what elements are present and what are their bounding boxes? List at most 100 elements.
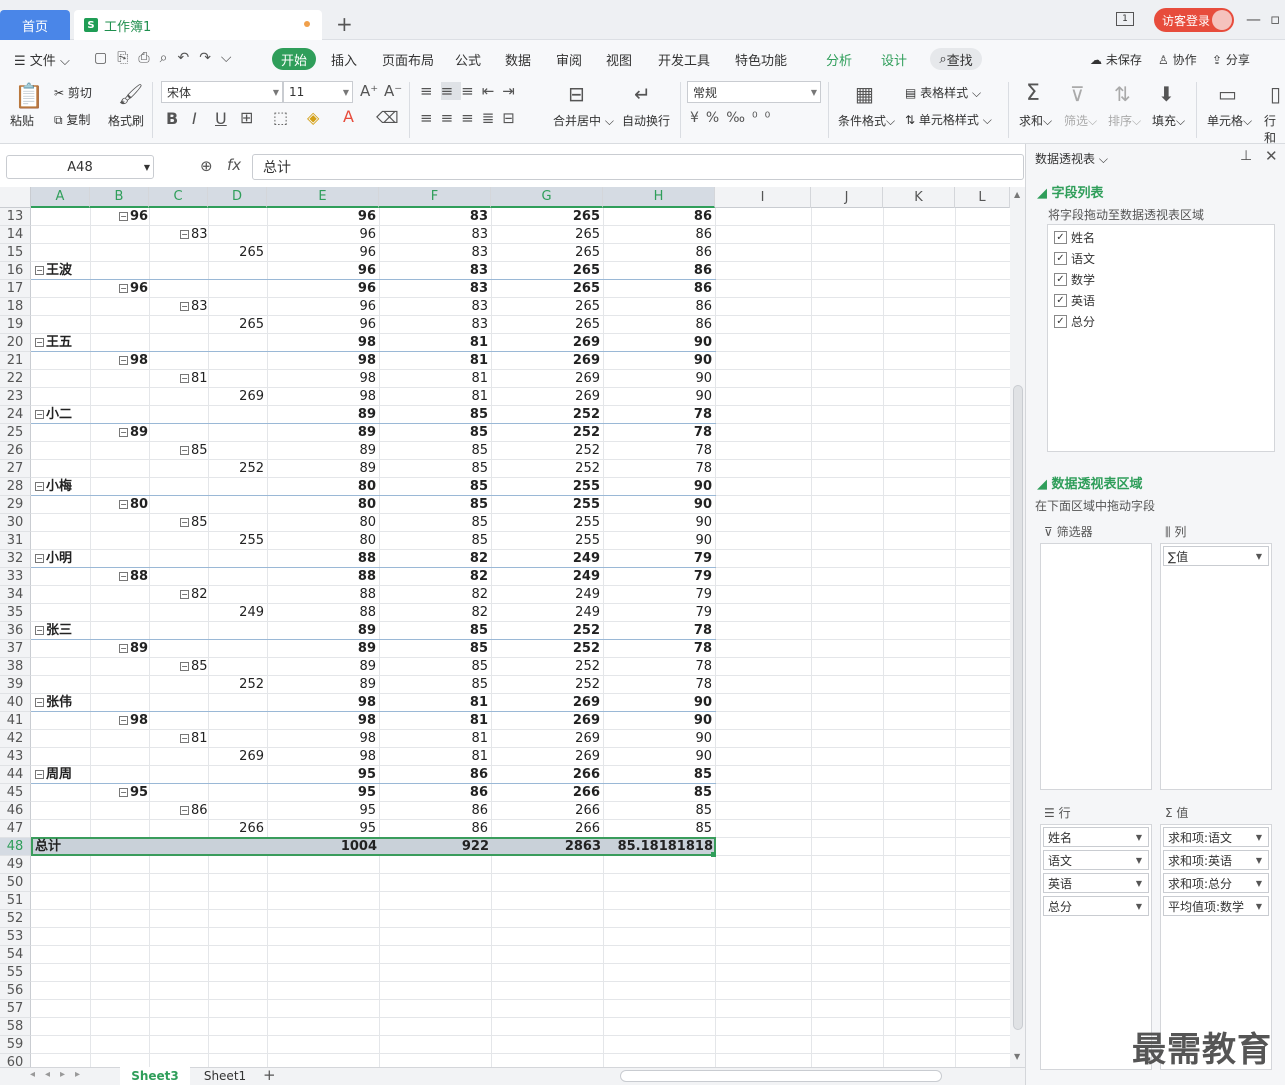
value-cell-g[interactable]: 252 <box>491 640 600 658</box>
value-cell-g[interactable]: 265 <box>491 262 600 280</box>
row-label-yuwen[interactable]: −96 <box>119 280 148 298</box>
quick-access-icons[interactable]: ▢⎘⎙⌕↶↷⌵ <box>94 50 242 66</box>
value-cell-f[interactable]: 85 <box>379 622 488 640</box>
row-header[interactable]: 36 <box>0 622 31 640</box>
column-header-b[interactable]: B <box>90 187 149 208</box>
collapse-icon[interactable]: − <box>35 554 44 563</box>
row-header[interactable]: 26 <box>0 442 31 460</box>
row-label-yingyu[interactable]: −81 <box>180 370 208 388</box>
value-cell-g[interactable]: 269 <box>491 370 600 388</box>
border-icon[interactable]: ⊞ <box>240 108 253 127</box>
collapse-icon[interactable]: − <box>180 446 189 455</box>
value-cell-g[interactable]: 255 <box>491 514 600 532</box>
row-label-yuwen[interactable]: −88 <box>119 568 148 586</box>
tab-workbook[interactable]: S 工作簿1 <box>74 10 322 40</box>
row-label-yingyu[interactable]: −86 <box>180 802 208 820</box>
formula-input[interactable]: 总计 <box>252 154 1024 180</box>
value-cell-e[interactable]: 89 <box>267 460 376 478</box>
tab-home[interactable]: 首页 <box>0 10 70 40</box>
field-checkbox[interactable]: ✓ 数学 <box>1054 271 1095 288</box>
value-cell-h[interactable]: 90 <box>603 388 712 406</box>
value-cell-g[interactable]: 269 <box>491 334 600 352</box>
value-field-chip[interactable]: 平均值项:数学 ▼ <box>1163 896 1269 916</box>
row-label-yingyu[interactable]: −85 <box>180 442 208 460</box>
italic-icon[interactable]: I <box>192 109 197 128</box>
row-header[interactable]: 34 <box>0 586 31 604</box>
value-cell-e[interactable]: 80 <box>267 532 376 550</box>
value-cell-h[interactable]: 79 <box>603 604 712 622</box>
font-name-select[interactable]: 宋体 ▼ <box>161 81 283 103</box>
value-cell-h[interactable]: 78 <box>603 622 712 640</box>
row-header[interactable]: 21 <box>0 352 31 370</box>
collapse-icon[interactable]: − <box>119 500 128 509</box>
sum-button[interactable]: 求和⌵ <box>1019 112 1052 129</box>
unsaved-button[interactable]: ☁ 未保存 <box>1090 51 1142 68</box>
value-cell-f[interactable]: 86 <box>379 820 488 838</box>
value-cell-h[interactable]: 78 <box>603 460 712 478</box>
collapse-icon[interactable]: − <box>119 356 128 365</box>
value-cell-f[interactable]: 85 <box>379 676 488 694</box>
sum-icon[interactable]: Σ <box>1026 81 1040 106</box>
value-cell-f[interactable]: 82 <box>379 604 488 622</box>
sort-icon[interactable]: ⇅ <box>1114 82 1131 106</box>
collapse-icon[interactable]: − <box>35 482 44 491</box>
row-label-zongfen[interactable]: 252 <box>208 460 264 478</box>
row-header[interactable]: 56 <box>0 982 31 1000</box>
value-cell-g[interactable]: 269 <box>491 748 600 766</box>
row-header[interactable]: 47 <box>0 820 31 838</box>
panel-title[interactable]: 数据透视表 ⌵ <box>1035 150 1108 167</box>
row-header[interactable]: 28 <box>0 478 31 496</box>
value-cell-h[interactable]: 86 <box>603 316 712 334</box>
row-header[interactable]: 37 <box>0 640 31 658</box>
zoom-icon[interactable]: ⊕ <box>200 157 213 175</box>
value-cell-e[interactable]: 80 <box>267 496 376 514</box>
value-cell-h[interactable]: 78 <box>603 640 712 658</box>
value-cell-f[interactable]: 81 <box>379 370 488 388</box>
row-label-name[interactable]: − 小二 <box>35 406 72 424</box>
wrap-text-button[interactable]: 自动换行 <box>622 112 670 129</box>
row-label-zongfen[interactable]: 266 <box>208 820 264 838</box>
value-cell-e[interactable]: 89 <box>267 424 376 442</box>
row-header[interactable]: 45 <box>0 784 31 802</box>
value-cell-h[interactable]: 78 <box>603 406 712 424</box>
value-cell-g[interactable]: 266 <box>491 802 600 820</box>
font-grow-icon[interactable]: A⁺ <box>360 82 378 100</box>
total-zongfen[interactable]: 2863 <box>492 838 601 856</box>
row-label-name[interactable]: − 小明 <box>35 550 72 568</box>
value-cell-e[interactable]: 96 <box>267 298 376 316</box>
value-cell-e[interactable]: 88 <box>267 604 376 622</box>
row-header[interactable]: 52 <box>0 910 31 928</box>
row-header[interactable]: 14 <box>0 226 31 244</box>
close-icon[interactable]: ✕ <box>1265 147 1278 165</box>
row-label-name[interactable]: − 周周 <box>35 766 72 784</box>
value-cell-e[interactable]: 96 <box>267 208 376 226</box>
underline-icon[interactable]: U <box>215 109 227 128</box>
row-header[interactable]: 38 <box>0 658 31 676</box>
column-header-k[interactable]: K <box>883 187 955 208</box>
value-cell-g[interactable]: 249 <box>491 568 600 586</box>
vertical-scroll-thumb[interactable] <box>1013 385 1023 1030</box>
value-cell-f[interactable]: 83 <box>379 298 488 316</box>
collapse-icon[interactable]: − <box>35 698 44 707</box>
value-cell-e[interactable]: 98 <box>267 712 376 730</box>
filter-button[interactable]: 筛选⌵ <box>1064 112 1097 129</box>
collapse-icon[interactable]: − <box>119 788 128 797</box>
value-cell-h[interactable]: 78 <box>603 676 712 694</box>
menu-insert[interactable]: 插入 <box>331 50 357 69</box>
value-cell-h[interactable]: 86 <box>603 298 712 316</box>
pin-icon[interactable]: ⊥ <box>1240 148 1252 164</box>
scroll-down-icon[interactable]: ▼ <box>1014 1052 1020 1061</box>
column-header-l[interactable]: L <box>955 187 1010 208</box>
value-cell-g[interactable]: 265 <box>491 208 600 226</box>
font-shrink-icon[interactable]: A⁻ <box>384 82 402 100</box>
value-cell-h[interactable]: 90 <box>603 370 712 388</box>
row-header[interactable]: 24 <box>0 406 31 424</box>
row-header[interactable]: 44 <box>0 766 31 784</box>
collapse-icon[interactable]: − <box>180 590 189 599</box>
row-label-yuwen[interactable]: −98 <box>119 352 148 370</box>
row-header[interactable]: 43 <box>0 748 31 766</box>
checkbox-icon[interactable]: ✓ <box>1054 252 1067 265</box>
value-cell-f[interactable]: 83 <box>379 316 488 334</box>
paste-icon[interactable]: 📋 <box>14 82 44 110</box>
collapse-icon[interactable]: − <box>35 626 44 635</box>
